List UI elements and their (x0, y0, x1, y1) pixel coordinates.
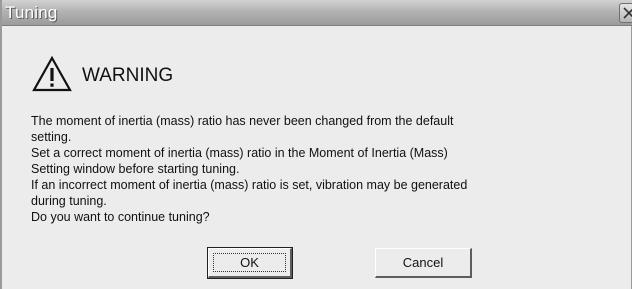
message-line: Set a correct moment of inertia (mass) r… (31, 146, 448, 160)
cancel-button[interactable]: Cancel (375, 248, 472, 278)
message-line: If an incorrect moment of inertia (mass)… (31, 178, 468, 192)
cancel-button-label: Cancel (402, 254, 444, 270)
ok-button-label: OK (240, 254, 259, 270)
close-button[interactable] (619, 3, 632, 23)
message-line: Setting window before starting tuning. (31, 162, 240, 176)
close-icon (623, 7, 632, 19)
message-line: Do you want to continue tuning? (31, 210, 210, 224)
warning-message: The moment of inertia (mass) ratio has n… (31, 113, 611, 225)
title-bar[interactable]: Tuning (2, 0, 632, 26)
message-line: during tuning. (31, 194, 107, 208)
window-title: Tuning (5, 3, 58, 22)
warning-title: WARNING (82, 65, 174, 86)
ok-button[interactable]: OK (207, 247, 293, 279)
message-line: setting. (31, 130, 72, 144)
message-line: The moment of inertia (mass) ratio has n… (31, 114, 454, 128)
warning-triangle-icon (32, 56, 72, 92)
tuning-dialog: Tuning WARNING The moment of inertia (ma… (0, 0, 632, 289)
